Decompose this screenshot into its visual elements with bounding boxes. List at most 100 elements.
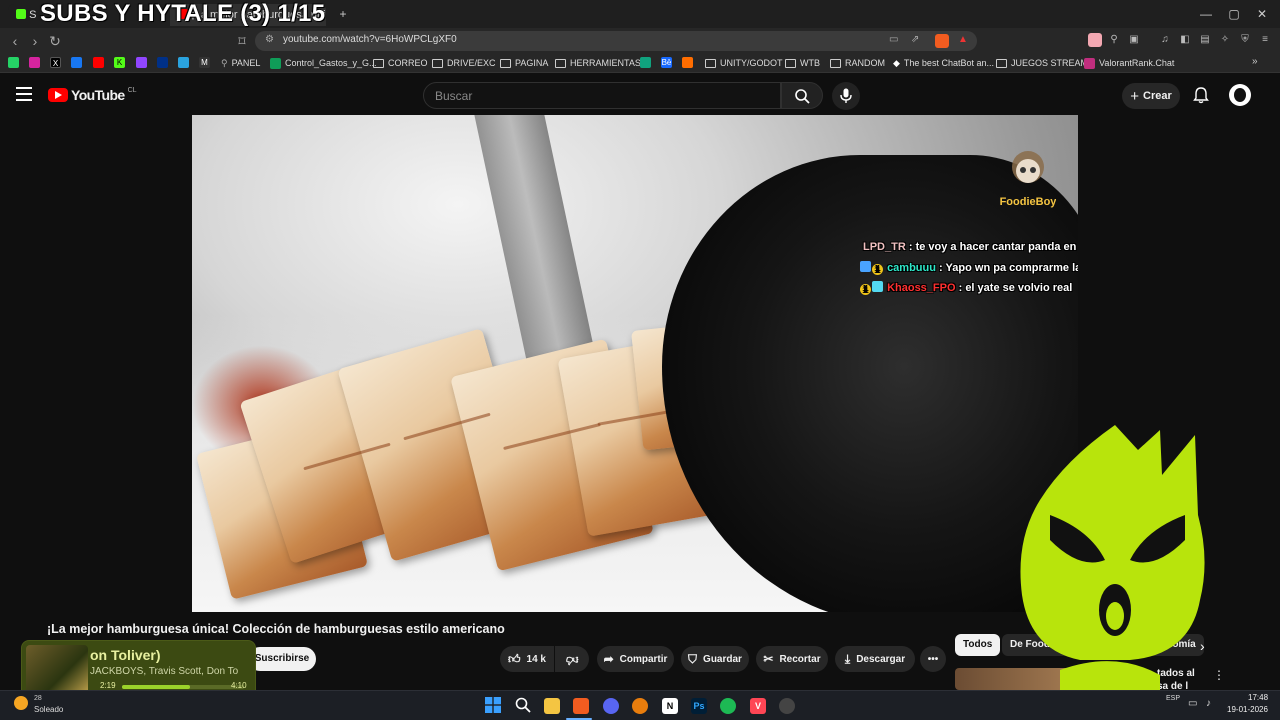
photoshop-icon[interactable]: Ps [691, 698, 707, 714]
new-tab-button[interactable]: + [333, 6, 353, 22]
notion-icon[interactable]: N [662, 698, 678, 714]
close-window-button[interactable]: ✕ [1252, 6, 1272, 22]
more-bookmarks-icon[interactable]: » [1252, 56, 1258, 67]
bookmark-valorantrank[interactable]: ValorantRank.Chat [1084, 56, 1174, 70]
more-actions-button[interactable]: ••• [920, 646, 946, 672]
extension-1-icon[interactable] [1088, 33, 1102, 47]
site-info-icon[interactable]: ⚙ [265, 34, 274, 45]
address-bar-row: ‹ › ↻ ⌑ ⚙ youtube.com/watch?v=6HoWPCLgXF… [0, 28, 1280, 53]
forward-icon[interactable]: › [26, 32, 44, 50]
voice-search-button[interactable] [832, 82, 860, 110]
weather-label[interactable]: Soleado [34, 705, 63, 714]
bookmark-correo[interactable]: CORREO [373, 56, 428, 70]
orange-bm-icon[interactable] [682, 57, 693, 68]
cast-icon[interactable]: ▭ [889, 34, 898, 45]
sheets-icon [270, 57, 281, 69]
bookmark-control-gastos[interactable]: Control_Gastos_y_G... [270, 56, 377, 70]
youtube-bm-icon[interactable] [93, 57, 104, 68]
chatgpt-icon[interactable] [640, 57, 651, 68]
video-player[interactable]: FoodieBoy LPD_TR : te voy a hacer cantar… [192, 115, 1078, 612]
notion-bm-icon[interactable]: M [199, 57, 210, 68]
folder-icon [785, 58, 796, 68]
bookmark-chatbot[interactable]: ◆ The best ChatBot an... [893, 56, 994, 70]
kick-bm-icon[interactable]: K [114, 57, 125, 68]
x-icon[interactable]: X [50, 57, 61, 68]
dislike-button[interactable]: 👍︎ [555, 646, 589, 672]
badge-icon [872, 281, 883, 292]
blender-icon[interactable] [632, 698, 648, 714]
maximize-button[interactable]: ▢ [1224, 6, 1244, 22]
download-button[interactable]: ⤓ Descargar [835, 646, 915, 672]
music-extension-icon[interactable]: ♫ [1158, 33, 1172, 47]
vpn-icon[interactable]: ⛨ [1238, 33, 1252, 47]
minimize-button[interactable]: — [1196, 6, 1216, 22]
search-input[interactable]: Buscar [423, 82, 781, 109]
language-indicator[interactable]: ESP [1166, 695, 1180, 702]
discord-icon[interactable] [603, 698, 619, 714]
valorant-icon [1084, 57, 1095, 69]
bookmark-pagina[interactable]: PAGINA [500, 56, 548, 70]
share-page-icon[interactable]: ⇗ [911, 34, 919, 45]
clock-date[interactable]: 19-01-2026 [1227, 705, 1268, 714]
twitch-icon[interactable] [136, 57, 147, 68]
chat-text: : el yate se volvio real [958, 282, 1073, 294]
network-icon[interactable]: ▭ [1188, 698, 1197, 709]
brave-rewards-icon[interactable]: ▲ [958, 34, 968, 45]
notifications-bell-icon[interactable] [1193, 87, 1209, 104]
bookmark-unity-godot[interactable]: UNITY/GODOT [705, 56, 783, 70]
clock-time[interactable]: 17:48 [1248, 693, 1268, 702]
save-button[interactable]: ⛉ Guardar [681, 646, 749, 672]
bookmark-panel[interactable]: ⚲ PANEL [221, 56, 260, 70]
bookmark-wtb[interactable]: WTB [785, 56, 820, 70]
search-placeholder: Buscar [435, 89, 473, 103]
back-icon[interactable]: ‹ [6, 32, 24, 50]
bookmark-blue-icon[interactable] [71, 57, 82, 68]
bookmark-juegos-stream[interactable]: JUEGOS STREAM [996, 56, 1088, 70]
taskbar-search-icon[interactable] [515, 697, 531, 713]
valorant-icon[interactable]: V [750, 698, 766, 714]
steam-icon[interactable] [779, 698, 795, 714]
plus-icon: + [1130, 87, 1139, 105]
taskbar: 28 Soleado N Ps V ESP ▭ ♪ 17:48 19-01-20… [0, 690, 1280, 720]
track-progress-bar[interactable] [122, 685, 244, 689]
menu-icon[interactable]: ≡ [1258, 33, 1272, 47]
whatsapp-icon[interactable] [8, 57, 19, 68]
behance-icon[interactable]: Bē [661, 57, 672, 68]
youtube-logo[interactable]: YouTube CL [48, 87, 137, 103]
telegram-icon[interactable] [178, 57, 189, 68]
url-text: youtube.com/watch?v=6HoWPCLgXF0 [283, 34, 457, 45]
windows-start-icon[interactable] [485, 697, 501, 713]
instagram-icon[interactable] [29, 57, 40, 68]
create-button[interactable]: + Crear [1122, 83, 1180, 109]
spotify-icon[interactable] [720, 698, 736, 714]
chat-message: 1 cambuuu : Yapo wn pa comprarme la Xbox [860, 261, 1078, 275]
weather-sun-icon[interactable] [14, 696, 28, 710]
avatar[interactable] [1229, 84, 1251, 106]
volume-icon[interactable]: ♪ [1206, 698, 1211, 709]
sidebar-icon[interactable]: ◧ [1178, 33, 1192, 47]
extension-2-icon[interactable]: ⚲ [1107, 33, 1121, 47]
reload-icon[interactable]: ↻ [46, 32, 64, 50]
share-button[interactable]: ➦ Compartir [597, 646, 674, 672]
paypal-icon[interactable] [157, 57, 168, 68]
bookmark-icon[interactable]: ⌑ [233, 32, 251, 50]
track-elapsed: 2:19 [100, 681, 116, 690]
chip-all[interactable]: Todos [955, 634, 1001, 656]
extension-3-icon[interactable]: ▣ [1127, 33, 1141, 47]
bookmark-random[interactable]: RANDOM [830, 56, 885, 70]
clip-button[interactable]: ✂ Recortar [756, 646, 828, 672]
url-field[interactable]: ⚙ youtube.com/watch?v=6HoWPCLgXF0 ▭ ⇗ ▲ [255, 31, 977, 51]
hamburger-menu-icon[interactable] [16, 87, 32, 101]
ai-icon[interactable]: ✧ [1218, 33, 1232, 47]
like-button[interactable]: 👍︎ 14 k [500, 646, 554, 672]
file-explorer-icon[interactable] [544, 698, 560, 714]
bookmark-drive[interactable]: DRIVE/EXC [432, 56, 496, 70]
brave-browser-icon[interactable] [573, 698, 589, 714]
search-button[interactable] [781, 82, 823, 109]
subscribe-button[interactable]: Suscribirse [248, 647, 316, 671]
bookmark-herramientas[interactable]: HERRAMIENTAS [555, 56, 641, 70]
bookmark-label: PANEL [231, 58, 261, 68]
brave-shield-icon[interactable] [935, 34, 949, 48]
wallet-icon[interactable]: ▤ [1198, 33, 1212, 47]
chat-message: LPD_TR : te voy a hacer cantar panda en … [863, 241, 1078, 253]
